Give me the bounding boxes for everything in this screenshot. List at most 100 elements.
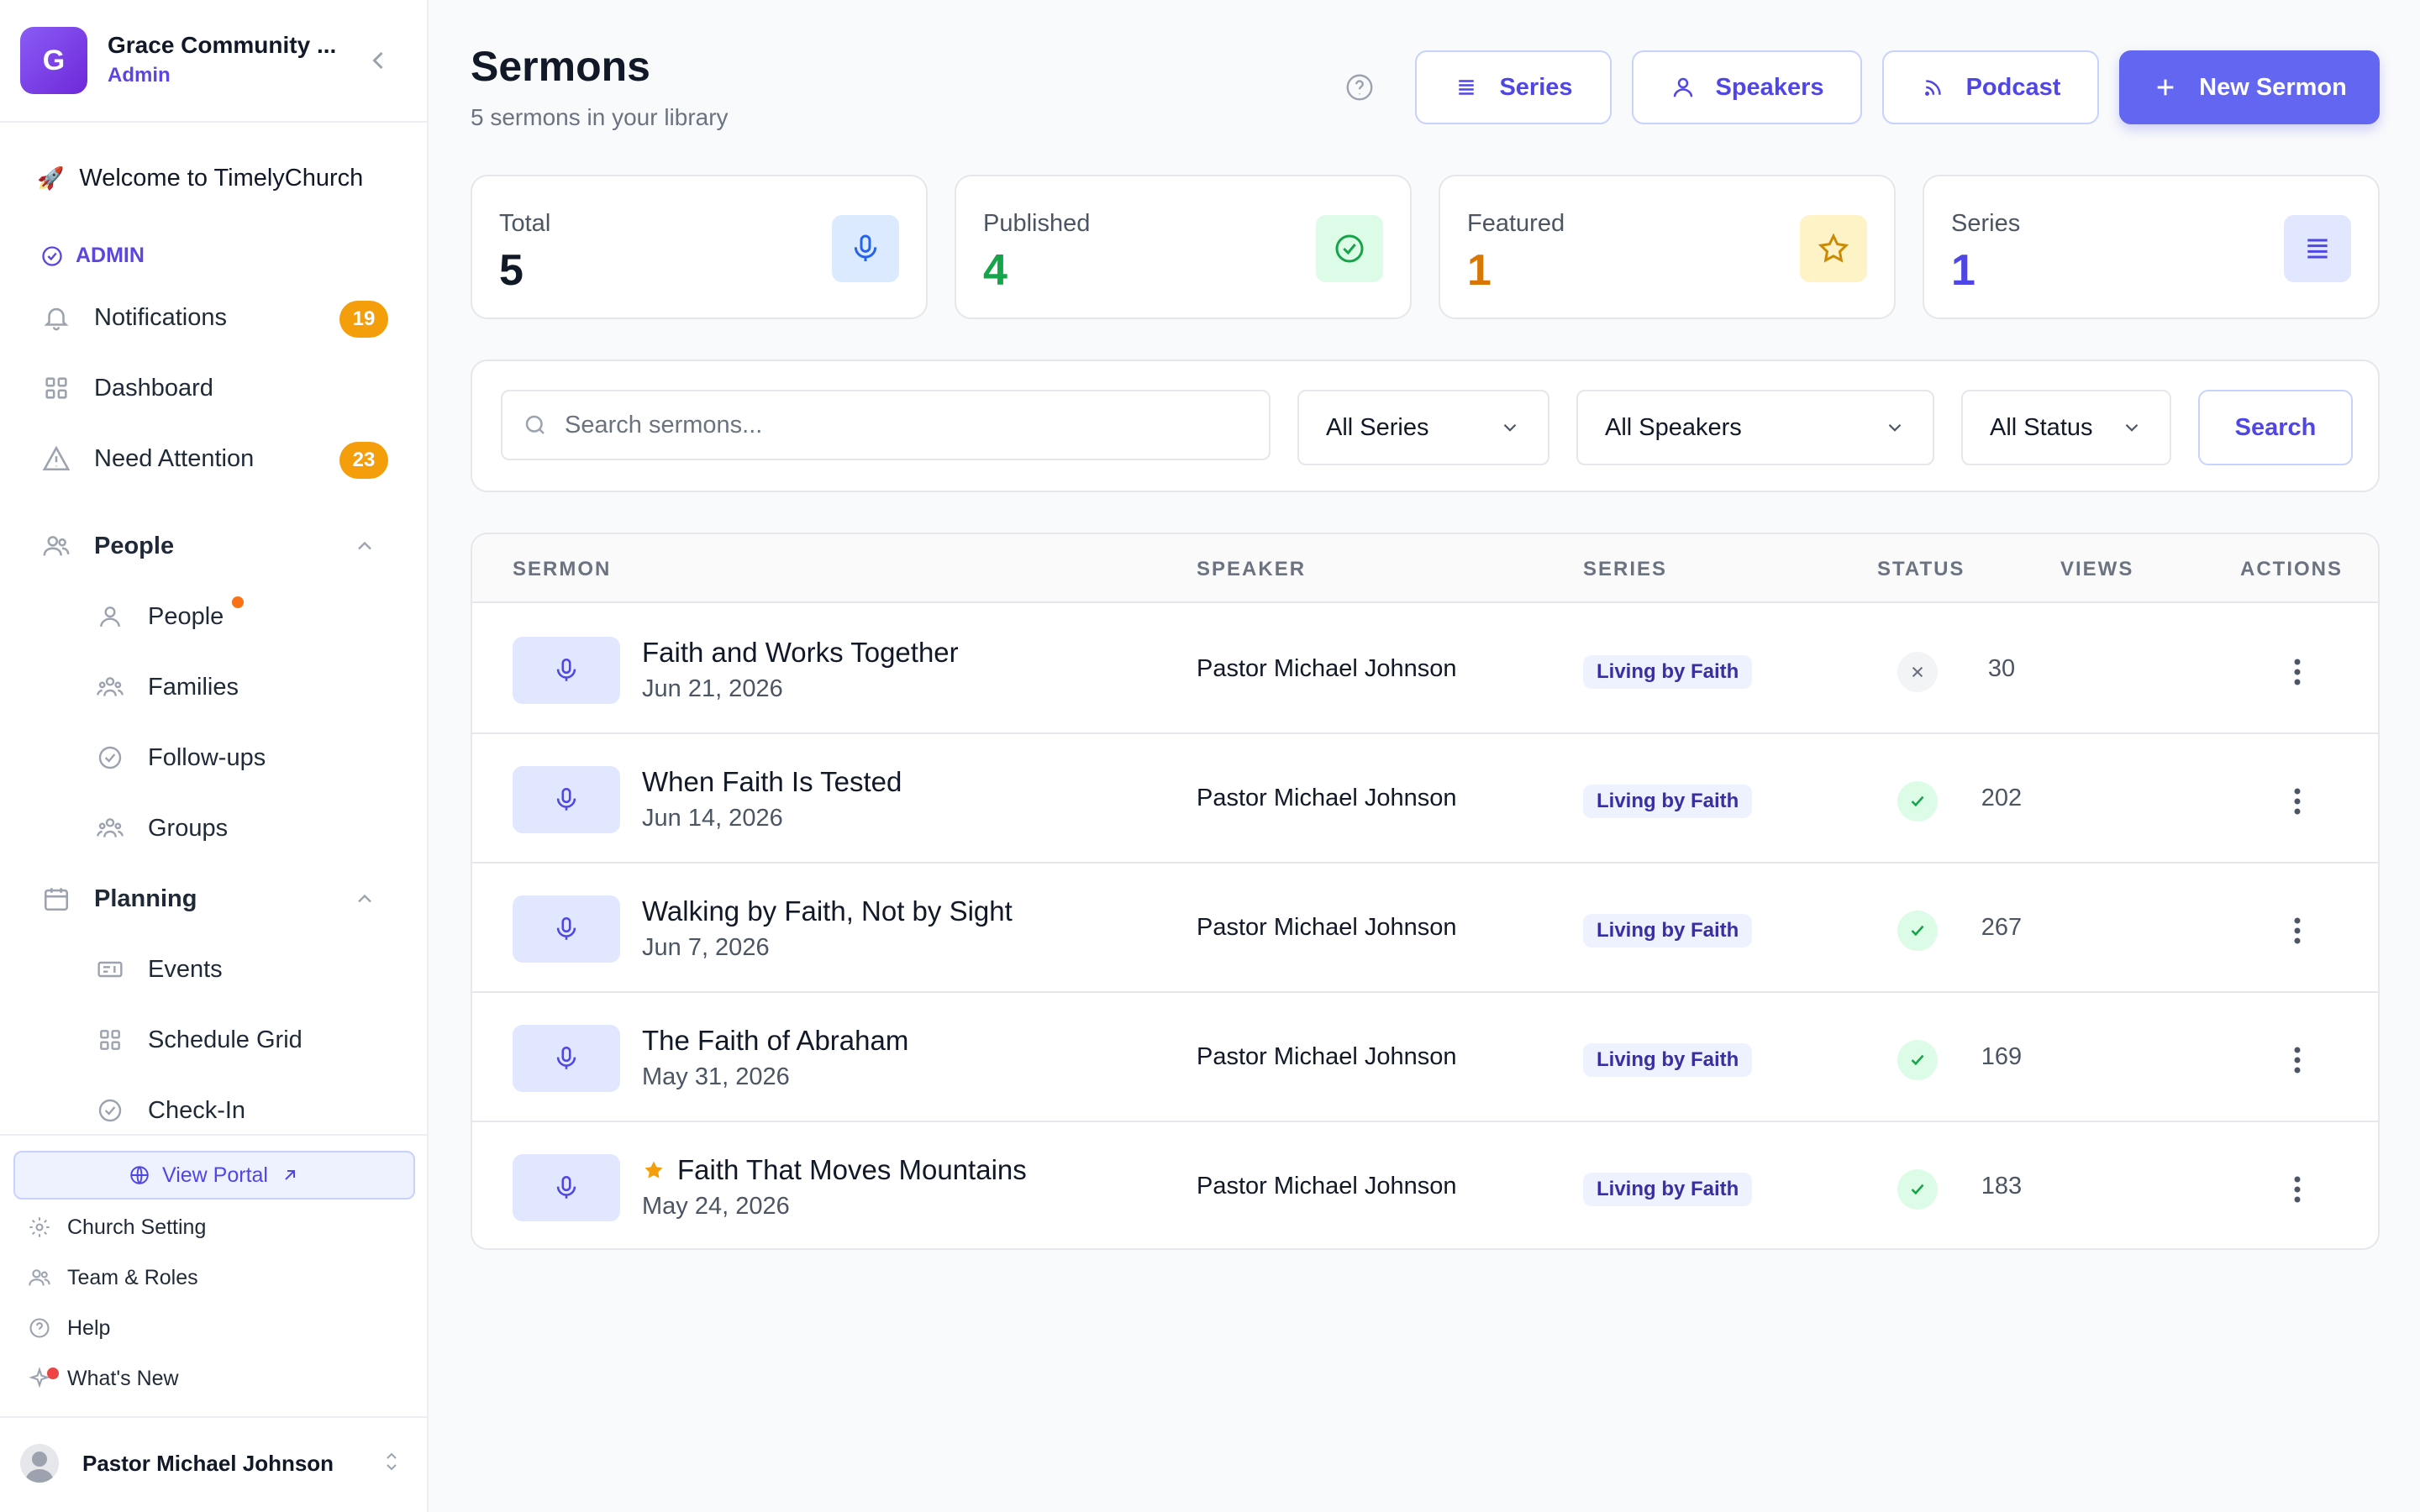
help-icon[interactable] [1344, 72, 1375, 102]
sidebar-group-people[interactable]: People [40, 522, 393, 570]
column-header: ACTIONS [2240, 558, 2343, 580]
series-select[interactable]: All Series [1297, 390, 1549, 465]
sparkle-icon [27, 1366, 59, 1391]
sermon-thumbnail[interactable] [513, 637, 620, 704]
stat-label: Series [1951, 210, 2021, 237]
star-icon [1800, 215, 1867, 282]
sermon-views: 183 [1981, 1173, 2023, 1200]
sermon-thumbnail[interactable] [513, 895, 620, 963]
sermon-speaker: Pastor Michael Johnson [1197, 1043, 1457, 1070]
new-sermon-button[interactable]: New Sermon [2119, 50, 2380, 124]
table-row[interactable]: Walking by Faith, Not by Sight Jun 7, 202… [472, 864, 2378, 993]
series-badge: Living by Faith [1583, 914, 1753, 948]
series-button[interactable]: Series [1415, 50, 1612, 124]
table-row[interactable]: Faith That Moves Mountains May 24, 2026 Pa… [472, 1122, 2378, 1248]
welcome-link[interactable]: 🚀 Welcome to TimelyChurch [37, 165, 363, 192]
notifications-badge: 19 [339, 301, 388, 338]
sermon-date: May 31, 2026 [642, 1063, 790, 1090]
status-select[interactable]: All Status [1961, 390, 2171, 465]
family-icon [94, 671, 126, 703]
podcast-button[interactable]: Podcast [1882, 50, 2099, 124]
sidebar-item-label: Church Setting [67, 1215, 207, 1239]
users-icon [40, 530, 72, 562]
sidebar-item-groups[interactable]: Groups [94, 805, 397, 852]
chevron-up-icon[interactable] [353, 887, 376, 911]
series-badge: Living by Faith [1583, 1173, 1753, 1206]
admin-section: ADMIN [40, 244, 145, 268]
sermon-title[interactable]: When Faith Is Tested [642, 766, 902, 798]
sidebar-item-label: Dashboard [94, 374, 213, 402]
sermon-title[interactable]: Faith That Moves Mountains [642, 1154, 1027, 1186]
mic-icon [832, 215, 899, 282]
sidebar-item-dashboard[interactable]: Dashboard [40, 365, 393, 412]
table-row[interactable]: The Faith of Abraham May 31, 2026 Pastor M… [472, 993, 2378, 1122]
plus-icon [2152, 74, 2179, 101]
more-vertical-icon[interactable] [2281, 652, 2314, 692]
sermon-title-text: The Faith of Abraham [642, 1025, 909, 1056]
more-vertical-icon[interactable] [2281, 781, 2314, 822]
org-logo[interactable]: G [20, 27, 87, 94]
org-role: Admin [108, 64, 171, 87]
sidebar-item-people[interactable]: People [94, 593, 397, 640]
chevron-up-icon[interactable] [353, 534, 376, 558]
sidebar-item-follow-ups[interactable]: Follow-ups [94, 734, 397, 781]
sidebar-item-families[interactable]: Families [94, 664, 397, 711]
series-badge: Living by Faith [1583, 655, 1753, 689]
sermon-thumbnail[interactable] [513, 1154, 620, 1221]
series-button-label: Series [1499, 73, 1573, 101]
collapse-sidebar-icon[interactable] [363, 45, 393, 76]
rocket-icon: 🚀 [37, 165, 65, 191]
external-link-icon [280, 1165, 300, 1185]
search-field[interactable] [501, 390, 1270, 460]
sermon-speaker: Pastor Michael Johnson [1197, 914, 1457, 941]
sidebar-item-church-setting[interactable]: Church Setting [27, 1208, 206, 1247]
sidebar-item-help[interactable]: Help [27, 1309, 110, 1347]
mic-icon [552, 1173, 581, 1202]
check-circle-icon [94, 742, 126, 774]
sidebar-item-schedule-grid[interactable]: Schedule Grid [94, 1016, 397, 1063]
mic-icon [552, 1044, 581, 1073]
sermon-date: Jun 21, 2026 [642, 675, 783, 702]
search-button[interactable]: Search [2198, 390, 2353, 465]
sidebar-item-whats-new[interactable]: What's New [27, 1359, 179, 1398]
more-vertical-icon[interactable] [2281, 1169, 2314, 1210]
table-row[interactable]: Faith and Works Together Jun 21, 2026 Past… [472, 605, 2378, 734]
sermon-title[interactable]: Faith and Works Together [642, 637, 959, 669]
sidebar: G Grace Community ... Admin 🚀 Welcome to… [0, 0, 429, 1512]
column-header: SPEAKER [1197, 558, 1307, 580]
sidebar-item-check-in[interactable]: Check-In [94, 1087, 397, 1134]
series-badge: Living by Faith [1583, 1043, 1753, 1077]
table-row[interactable]: When Faith Is Tested Jun 14, 2026 Pastor M… [472, 734, 2378, 864]
more-vertical-icon[interactable] [2281, 911, 2314, 951]
sidebar-item-need-attention[interactable]: Need Attention 23 [40, 435, 393, 482]
sidebar-item-events[interactable]: Events [94, 946, 397, 993]
search-input[interactable] [565, 411, 1220, 439]
user-menu[interactable]: Pastor Michael Johnson [20, 1438, 407, 1488]
check-circle-icon [94, 1095, 126, 1126]
sermon-date: Jun 14, 2026 [642, 805, 783, 832]
sidebar-item-label: Team & Roles [67, 1265, 198, 1289]
list-icon [2284, 215, 2351, 282]
more-vertical-icon[interactable] [2281, 1040, 2314, 1080]
sidebar-item-notifications[interactable]: Notifications 19 [40, 294, 393, 341]
sermon-thumbnail[interactable] [513, 766, 620, 833]
sermon-title[interactable]: The Faith of Abraham [642, 1025, 908, 1057]
sidebar-item-team-roles[interactable]: Team & Roles [27, 1258, 198, 1297]
sidebar-item-label: Groups [148, 814, 229, 842]
calendar-icon [40, 883, 72, 915]
chevron-down-icon [1499, 417, 1521, 438]
divider [0, 1416, 427, 1418]
org-name[interactable]: Grace Community ... [108, 32, 351, 59]
star-icon [642, 1158, 666, 1182]
speakers-select-value: All Speakers [1605, 413, 1742, 441]
speakers-button[interactable]: Speakers [1632, 50, 1862, 124]
view-portal-button[interactable]: View Portal [13, 1151, 415, 1200]
divider [0, 1134, 427, 1136]
sermon-views: 267 [1981, 914, 2023, 941]
sermon-title[interactable]: Walking by Faith, Not by Sight [642, 895, 1013, 927]
sermon-thumbnail[interactable] [513, 1025, 620, 1092]
sidebar-item-label: Families [148, 673, 239, 701]
sidebar-item-label: Events [148, 955, 223, 983]
sidebar-group-planning[interactable]: Planning [40, 875, 393, 922]
speakers-select[interactable]: All Speakers [1576, 390, 1934, 465]
